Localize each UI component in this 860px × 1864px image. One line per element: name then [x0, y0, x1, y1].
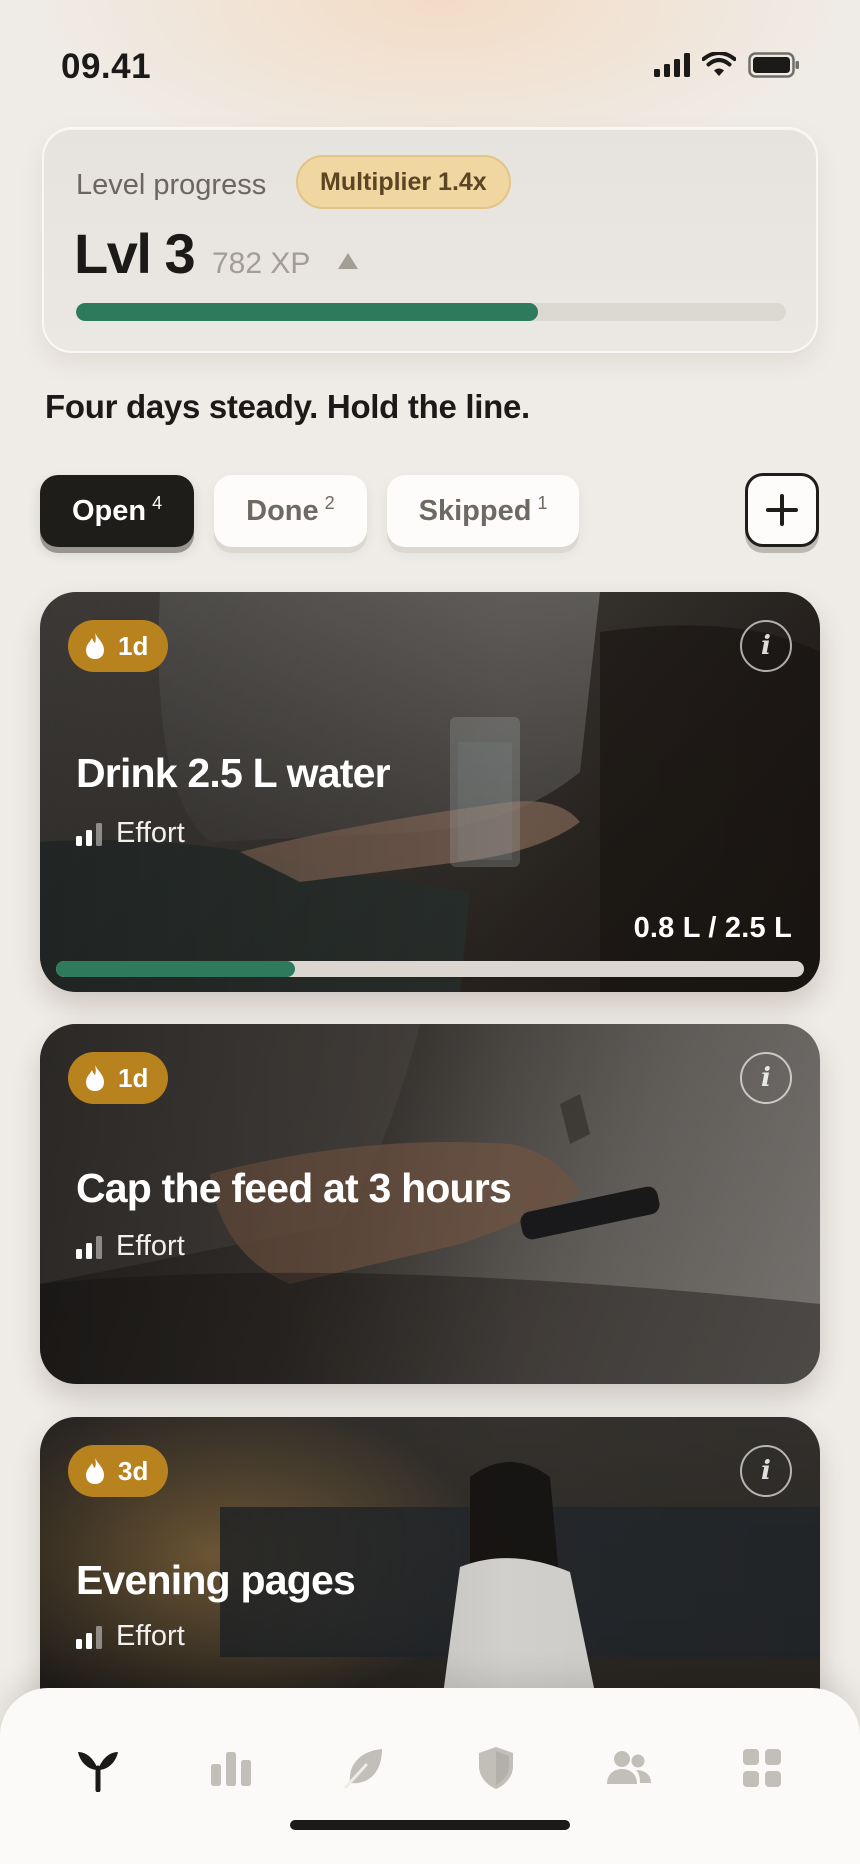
nav-item-home[interactable] [58, 1736, 138, 1800]
habit-progress-bar [56, 961, 804, 977]
level-progress-card[interactable]: Level progress Multiplier 1.4x Lvl 3 782… [42, 127, 818, 353]
battery-icon [748, 52, 799, 78]
level-progress-fill [76, 303, 538, 321]
effort-label: Effort [116, 1230, 185, 1262]
bottom-nav [0, 1688, 860, 1864]
effort-label: Effort [116, 817, 185, 849]
effort-bars-icon [76, 822, 102, 846]
streak-badge: 3d [68, 1445, 169, 1497]
nav-item-protect[interactable] [456, 1736, 536, 1800]
status-icons [654, 52, 800, 78]
effort-indicator: Effort [76, 1230, 185, 1263]
status-time: 09.41 [61, 47, 152, 86]
effort-indicator: Effort [76, 817, 185, 850]
streak-badge: 1d [68, 620, 169, 672]
habit-card[interactable]: 1d i Cap the feed at 3 hours Effort [40, 1024, 820, 1384]
motivation-tagline: Four days steady. Hold the line. [45, 388, 530, 425]
habit-title: Evening pages [76, 1557, 356, 1603]
info-icon: i [761, 1063, 771, 1093]
info-button[interactable]: i [740, 1052, 792, 1104]
leaf-icon [344, 1749, 382, 1789]
habit-progress-text: 0.8 L / 2.5 L [633, 912, 792, 944]
level-value: Lvl 3 [74, 222, 196, 285]
level-progress-bar [76, 303, 786, 321]
add-habit-button[interactable] [745, 473, 819, 547]
info-button[interactable]: i [740, 1445, 792, 1497]
nav-item-habits[interactable] [324, 1736, 404, 1800]
cellular-signal-icon [654, 53, 690, 77]
filter-tab-count: 4 [152, 492, 163, 513]
info-icon: i [761, 1456, 771, 1486]
shield-icon [479, 1747, 514, 1789]
nav-items [0, 1736, 860, 1800]
streak-value: 3d [118, 1455, 149, 1486]
filter-tab-label: Done [246, 494, 319, 527]
filter-tab-open[interactable]: Open 4 [40, 475, 195, 547]
multiplier-badge: Multiplier 1.4x [296, 155, 511, 209]
filter-tabs: Open 4 Done 2 Skipped 1 [40, 475, 580, 547]
level-progress-label: Level progress [76, 169, 267, 201]
filter-tab-label: Skipped [418, 494, 532, 527]
streak-value: 1d [118, 1062, 149, 1093]
nav-item-community[interactable] [589, 1736, 669, 1800]
triangle-up-icon [338, 253, 358, 269]
filter-tab-skipped[interactable]: Skipped 1 [386, 475, 580, 547]
filter-tab-count: 2 [324, 492, 335, 513]
effort-bars-icon [76, 1625, 102, 1649]
chart-icon [210, 1752, 251, 1786]
people-icon [606, 1751, 651, 1784]
flame-icon [86, 1065, 104, 1091]
effort-indicator: Effort [76, 1620, 185, 1653]
filter-tab-label: Open [72, 494, 147, 527]
info-icon: i [761, 631, 771, 661]
streak-value: 1d [118, 630, 149, 661]
nav-item-more[interactable] [722, 1736, 802, 1800]
streak-badge: 1d [68, 1052, 169, 1104]
filter-tab-done[interactable]: Done 2 [214, 475, 367, 547]
plus-icon [766, 494, 798, 526]
flame-icon [86, 633, 104, 659]
habit-card[interactable]: 1d i Drink 2.5 L water Effort 0.8 L / 2.… [40, 592, 820, 992]
effort-label: Effort [116, 1620, 185, 1652]
habits-screen: 09.41 Level progress Multiplier 1.4x Lvl… [0, 0, 860, 1864]
filter-tab-count: 1 [537, 492, 548, 513]
habit-title: Cap the feed at 3 hours [76, 1165, 512, 1211]
status-bar: 09.41 [0, 0, 860, 136]
home-indicator[interactable] [290, 1820, 570, 1830]
flame-icon [86, 1458, 104, 1484]
habit-title: Drink 2.5 L water [76, 750, 391, 796]
wifi-icon [702, 52, 736, 76]
info-button[interactable]: i [740, 620, 792, 672]
sprout-icon [78, 1752, 119, 1792]
nav-item-stats[interactable] [191, 1736, 271, 1800]
xp-value: 782 XP [212, 247, 311, 280]
grid-icon [742, 1749, 781, 1787]
effort-bars-icon [76, 1235, 102, 1259]
habit-progress-fill [56, 961, 296, 977]
